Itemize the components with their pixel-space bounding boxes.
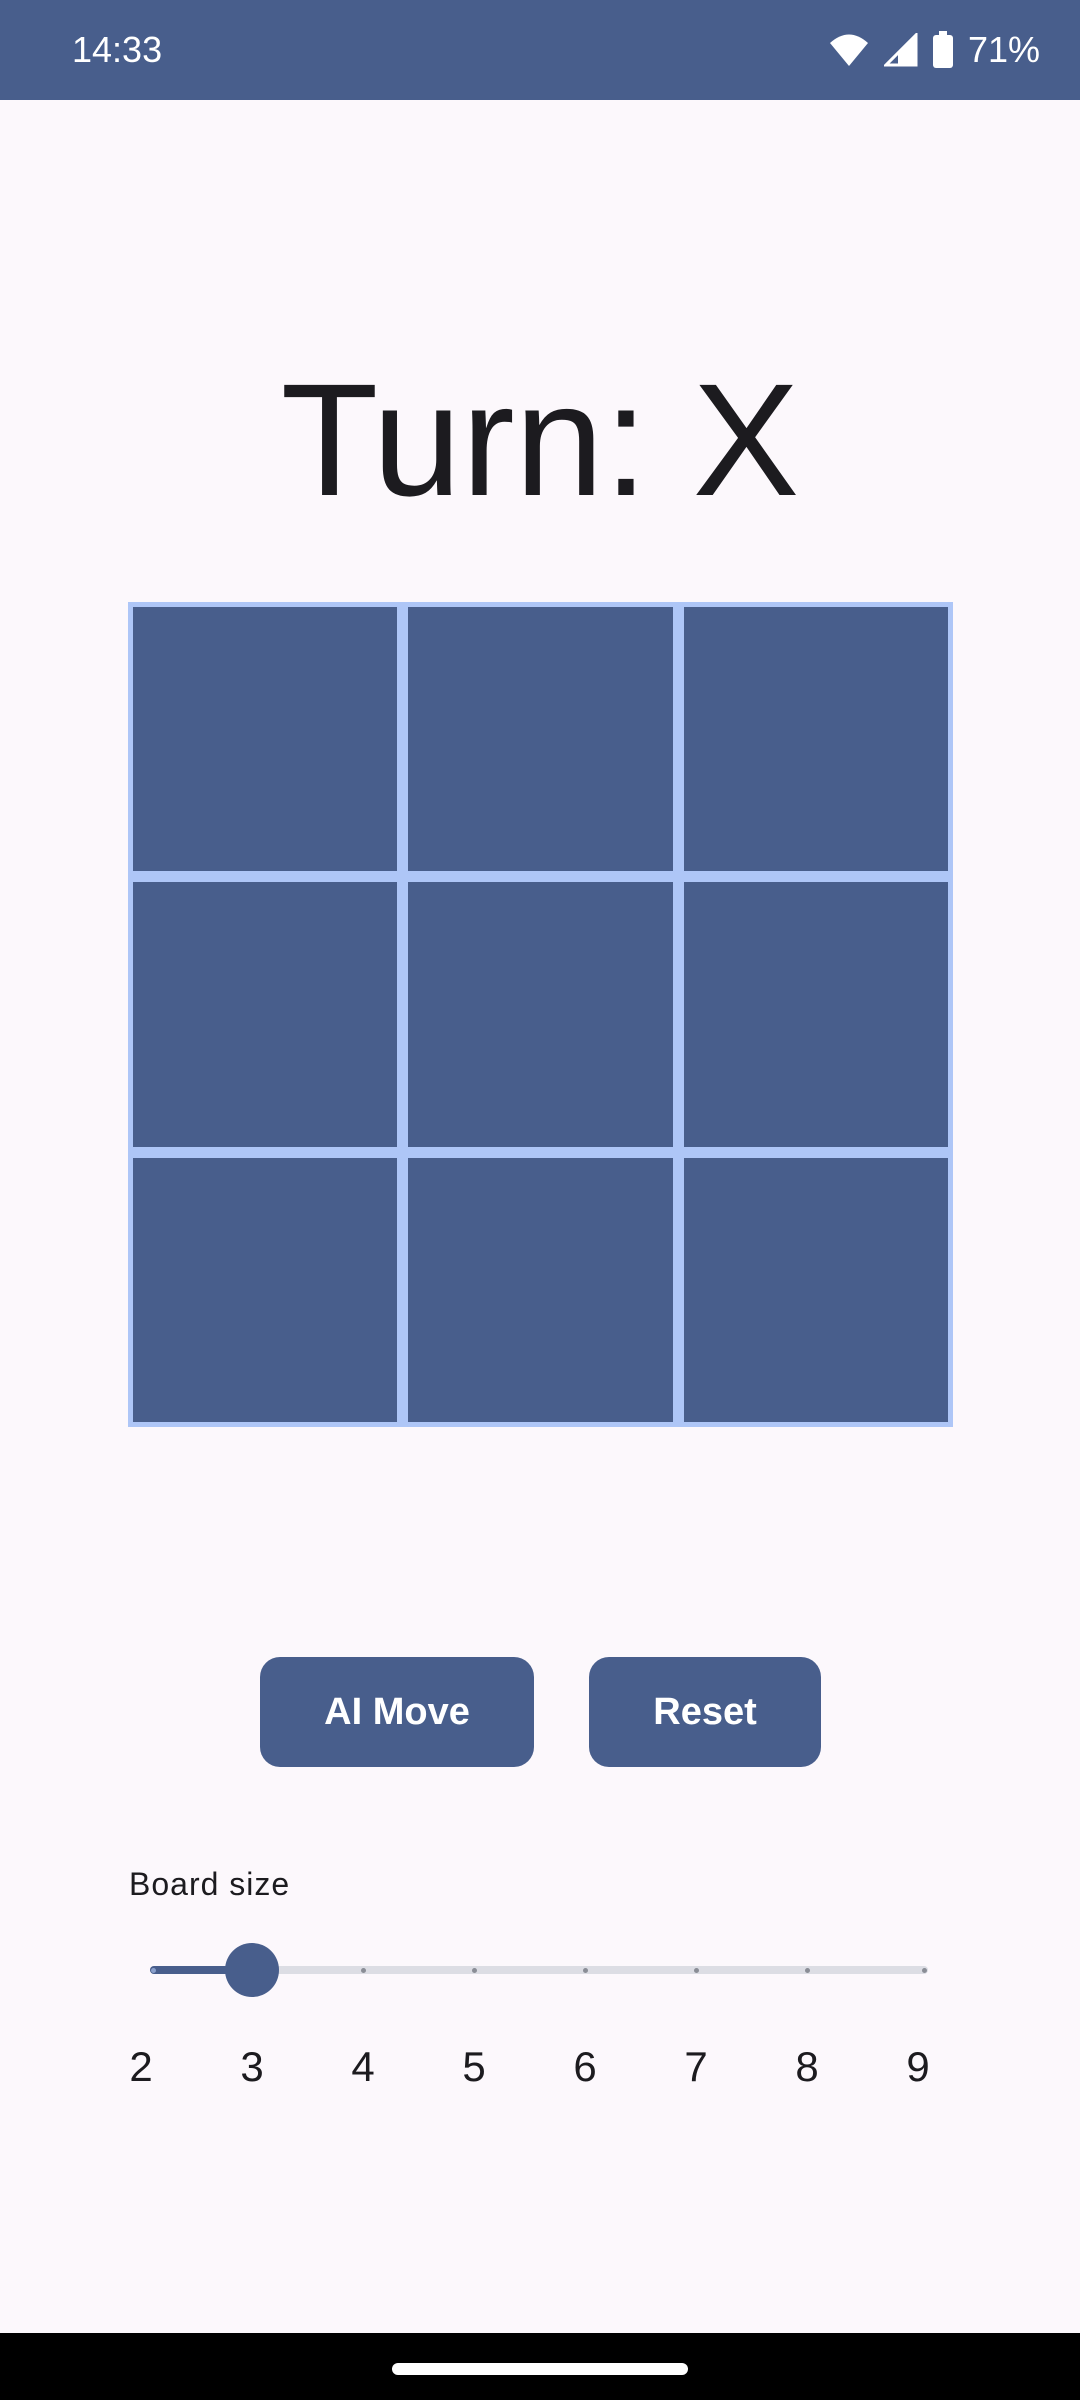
cell-signal-icon: [883, 33, 918, 67]
slider-scale-label: 8: [795, 2043, 819, 2090]
board-cell[interactable]: [683, 882, 948, 1147]
slider-scale-label: 3: [240, 2043, 264, 2090]
home-gesture-handle[interactable]: [392, 2363, 688, 2375]
reset-button[interactable]: Reset: [589, 1657, 821, 1767]
slider-tick: [805, 1968, 810, 1973]
game-board: [128, 602, 953, 1427]
board-size-label: Board size: [129, 1866, 291, 1902]
slider-tick: [361, 1968, 366, 1973]
board-cell[interactable]: [133, 882, 398, 1147]
battery-percent: 71%: [967, 29, 1040, 70]
board-cell[interactable]: [408, 607, 673, 872]
status-time: 14:33: [72, 29, 163, 70]
slider-scale-label: 9: [906, 2043, 930, 2090]
slider-tick: [694, 1968, 699, 1973]
battery-icon: [932, 31, 954, 69]
board-cell[interactable]: [133, 607, 398, 872]
board-cell[interactable]: [683, 1157, 948, 1422]
board-cell[interactable]: [408, 1157, 673, 1422]
slider-scale-label: 2: [129, 2043, 153, 2090]
slider-scale-label: 4: [351, 2043, 375, 2090]
wifi-icon: [828, 32, 870, 68]
board-cell[interactable]: [683, 607, 948, 872]
slider-scale-label: 7: [684, 2043, 708, 2090]
slider-tick: [583, 1968, 588, 1973]
board-cell[interactable]: [133, 1157, 398, 1422]
slider-scale-label: 5: [462, 2043, 486, 2090]
slider-tick: [151, 1968, 156, 1973]
turn-label: Turn: X: [280, 350, 800, 529]
slider-thumb[interactable]: [225, 1943, 279, 1997]
status-icons: 71%: [828, 26, 1040, 74]
slider-scale-label: 6: [573, 2043, 597, 2090]
slider-tick: [472, 1968, 477, 1973]
ai-move-button[interactable]: AI Move: [260, 1657, 534, 1767]
slider-tick: [922, 1968, 927, 1973]
status-bar: 14:33 71%: [0, 0, 1080, 100]
board-cell[interactable]: [408, 882, 673, 1147]
